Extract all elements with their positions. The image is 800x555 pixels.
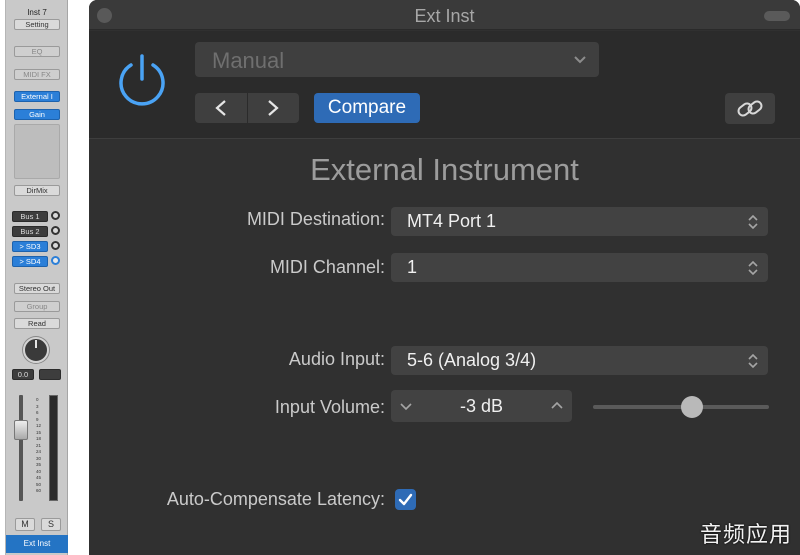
preset-navigation xyxy=(195,93,299,123)
checkmark-icon xyxy=(398,493,413,506)
up-down-arrows-icon xyxy=(748,214,758,230)
volume-decrease-button[interactable] xyxy=(391,390,421,422)
volume-fader[interactable] xyxy=(14,420,28,440)
toolbar-toggle-button[interactable] xyxy=(764,11,790,21)
send-level-knob[interactable] xyxy=(51,226,60,235)
plugin-body: External Instrument MIDI Destination: MT… xyxy=(89,140,800,555)
chevron-left-icon xyxy=(215,100,226,116)
midi-fx-button[interactable]: MIDI FX xyxy=(14,69,60,80)
chevron-up-icon xyxy=(551,401,563,409)
meter-scale: 0 3 6 9 12 15 18 21 24 30 35 40 45 50 60 xyxy=(36,397,41,495)
midi-destination-label: MIDI Destination: xyxy=(246,209,385,229)
input-volume-value[interactable]: -3 dB xyxy=(421,396,542,417)
power-icon[interactable] xyxy=(114,52,170,108)
screen: Inst 7 Setting EQ MIDI FX External I Gai… xyxy=(0,0,800,555)
compare-button[interactable]: Compare xyxy=(314,93,420,123)
plugin-window: Ext Inst Manual Compare External Instrum… xyxy=(89,0,800,555)
audio-input-label: Audio Input: xyxy=(288,349,385,369)
window-title: Ext Inst xyxy=(414,6,475,26)
automation-mode[interactable]: Read xyxy=(14,318,60,329)
output-slot[interactable]: Stereo Out xyxy=(14,283,60,294)
preset-name: Manual xyxy=(212,48,285,73)
send-level-knob[interactable] xyxy=(51,241,60,250)
volume-readout: 0.0 xyxy=(12,369,34,380)
send-slot-4[interactable]: > SD4 xyxy=(12,256,48,267)
chevron-down-icon xyxy=(400,403,412,411)
watermark: 音频应用 xyxy=(699,523,792,548)
channel-strip: Inst 7 Setting EQ MIDI FX External I Gai… xyxy=(5,0,68,555)
empty-insert-slots[interactable] xyxy=(14,124,60,179)
next-preset-button[interactable] xyxy=(248,93,299,123)
midi-destination-value: MT4 Port 1 xyxy=(407,211,497,231)
setting-button[interactable]: Setting xyxy=(14,19,60,30)
midi-channel-select[interactable]: 1 xyxy=(391,253,768,282)
insert-slot-gain[interactable]: Gain xyxy=(14,109,60,120)
strip-top-name: Inst 7 xyxy=(27,8,47,17)
level-meter xyxy=(49,395,58,501)
pan-knob[interactable] xyxy=(23,337,49,363)
send-slot-2[interactable]: Bus 2 xyxy=(12,226,48,237)
audio-input-value: 5-6 (Analog 3/4) xyxy=(407,350,537,370)
chevron-down-icon xyxy=(574,56,586,64)
pan-indicator xyxy=(35,340,37,348)
fader-track[interactable] xyxy=(19,395,23,501)
midi-destination-select[interactable]: MT4 Port 1 xyxy=(391,207,768,236)
input-volume-slider[interactable] xyxy=(593,396,769,418)
send-slot-3[interactable]: > SD3 xyxy=(12,241,48,252)
title-bar[interactable]: Ext Inst xyxy=(89,0,800,30)
dirmix-button[interactable]: DirMix xyxy=(14,185,60,196)
solo-button[interactable]: S xyxy=(41,518,61,531)
plugin-header: Manual Compare xyxy=(89,31,800,139)
group-slot[interactable]: Group xyxy=(14,301,60,312)
link-button[interactable] xyxy=(725,93,775,124)
peak-readout xyxy=(39,369,61,380)
send-level-knob[interactable] xyxy=(51,211,60,220)
latency-label: Auto-Compensate Latency: xyxy=(166,489,385,509)
midi-channel-value: 1 xyxy=(407,257,418,277)
previous-preset-button[interactable] xyxy=(195,93,247,123)
instrument-slot[interactable]: External I xyxy=(14,91,60,102)
channel-name[interactable]: Ext Inst xyxy=(6,535,68,553)
eq-button[interactable]: EQ xyxy=(14,46,60,57)
send-slot-1[interactable]: Bus 1 xyxy=(12,211,48,222)
up-down-arrows-icon xyxy=(748,353,758,369)
up-down-arrows-icon xyxy=(748,260,758,276)
audio-input-select[interactable]: 5-6 (Analog 3/4) xyxy=(391,346,768,375)
link-icon xyxy=(737,100,763,117)
preset-menu[interactable]: Manual xyxy=(195,42,599,77)
auto-compensate-latency-checkbox[interactable] xyxy=(395,489,416,510)
meter-scale-tick: 60 xyxy=(36,488,42,493)
send-level-knob[interactable] xyxy=(51,256,60,265)
slider-thumb[interactable] xyxy=(680,396,703,418)
input-volume-label: Input Volume: xyxy=(274,397,385,417)
input-volume-stepper: -3 dB xyxy=(391,390,572,422)
volume-increase-button[interactable] xyxy=(542,390,572,422)
chevron-right-icon xyxy=(268,100,279,116)
plugin-heading: External Instrument xyxy=(310,152,579,187)
mute-button[interactable]: M xyxy=(15,518,35,531)
midi-channel-label: MIDI Channel: xyxy=(269,257,385,277)
